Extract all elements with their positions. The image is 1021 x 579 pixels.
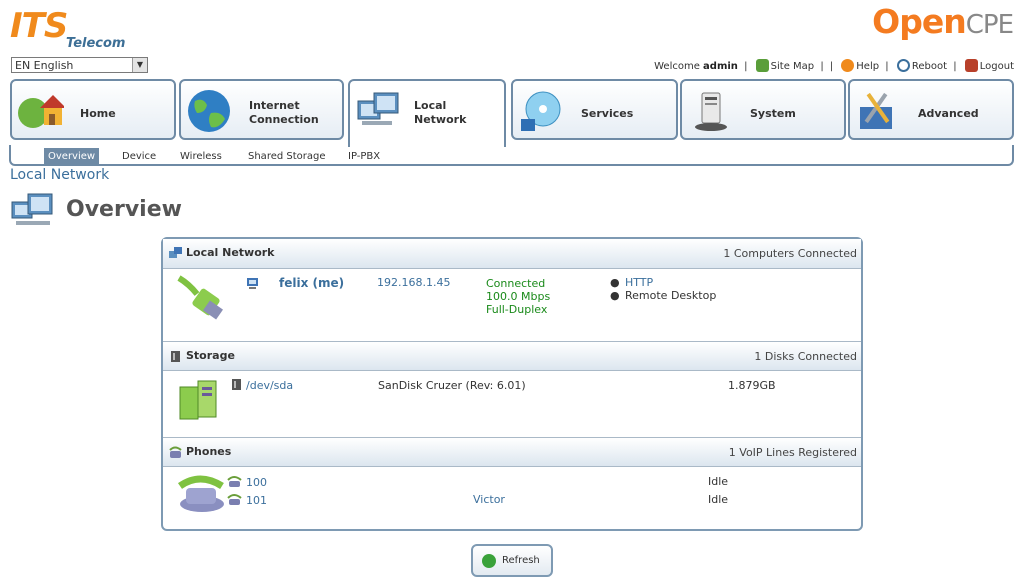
disc-icon (521, 91, 561, 131)
subnav-ip-pbx[interactable]: IP-PBX (344, 148, 384, 166)
refresh-button-label: Refresh (502, 555, 540, 566)
phone-icon (169, 446, 182, 458)
service-bullet: ● (610, 289, 620, 302)
subnav-overview[interactable]: Overview (44, 148, 100, 166)
tab-advanced-label: Advanced (918, 107, 979, 120)
tab-system[interactable]: System (680, 79, 846, 140)
logout-link[interactable]: Logout (980, 61, 1014, 72)
storage-summary: 1 Disks Connected (754, 350, 857, 363)
tab-services[interactable]: Services (511, 79, 678, 140)
phone-line-101-link[interactable]: 101 (246, 494, 267, 507)
phone-line-100-link[interactable]: 100 (246, 476, 267, 489)
computers-icon (169, 247, 182, 258)
tab-local-label-1: Local (414, 99, 447, 112)
storage-size: 1.879GB (728, 379, 776, 392)
phone-line-101-status: Idle (708, 493, 729, 506)
service-bullet: ● (610, 276, 620, 289)
storage-title: Storage (186, 349, 235, 362)
its-telecom-logo: ITS Telecom (10, 6, 130, 52)
phone-line-100-status: Idle (708, 475, 729, 488)
logo-telecom-text: Telecom (66, 36, 126, 51)
top-links: Welcome admin | Site Map | | Help | Reboo… (654, 59, 1014, 72)
phone-line-101-name[interactable]: Victor (473, 493, 505, 506)
service-http-link[interactable]: HTTP (625, 276, 653, 289)
storage-model: SanDisk Cruzer (Rev: 6.01) (378, 379, 526, 392)
tab-home[interactable]: Home (10, 79, 176, 140)
computer-icon (247, 278, 258, 289)
opencpe-logo: OpenCPE (872, 2, 1014, 46)
phone-line-icon (227, 476, 242, 487)
tab-internet-connection[interactable]: Internet Connection (179, 79, 344, 140)
disk-icon (232, 379, 241, 390)
chevron-down-icon[interactable]: ▼ (132, 58, 147, 72)
tab-local-label-2: Network (414, 113, 467, 126)
tab-local-network[interactable]: Local Network (348, 79, 506, 147)
host-ip: 192.168.1.45 (377, 276, 451, 289)
tab-internet-label-2: Connection (249, 113, 319, 126)
local-network-summary: 1 Computers Connected (723, 247, 857, 260)
service-remote-desktop: Remote Desktop (625, 289, 717, 302)
help-icon[interactable] (841, 59, 855, 72)
help-link[interactable]: Help (856, 61, 879, 72)
home-icon (18, 95, 64, 128)
network-cable-icon (177, 275, 223, 320)
tab-services-label: Services (581, 107, 634, 120)
tab-advanced[interactable]: Advanced (848, 79, 1014, 140)
power-icon[interactable] (896, 59, 910, 72)
tab-system-label: System (750, 107, 796, 120)
tools-icon (860, 92, 892, 129)
device-icon (695, 92, 727, 131)
logout-icon[interactable] (964, 59, 978, 72)
refresh-button[interactable]: Refresh (471, 544, 553, 577)
computers-icon (357, 92, 399, 125)
reboot-link[interactable]: Reboot (912, 61, 947, 72)
tab-internet-label-1: Internet (249, 99, 300, 112)
connection-duplex: Full-Duplex (486, 303, 548, 316)
globe-icon (188, 90, 230, 132)
phones-summary: 1 VoIP Lines Registered (728, 446, 857, 459)
local-network-header: Local Network 1 Computers Connected (163, 239, 861, 269)
connection-status: Connected (486, 277, 546, 290)
subnav-shared-storage[interactable]: Shared Storage (244, 148, 330, 166)
storage-header: Storage 1 Disks Connected (163, 341, 861, 371)
phones-title: Phones (186, 445, 232, 458)
language-select[interactable]: EN English ▼ (11, 57, 148, 73)
local-network-title: Local Network (186, 246, 275, 259)
site-map-link[interactable]: Site Map (771, 61, 814, 72)
breadcrumb[interactable]: Local Network (10, 167, 109, 183)
refresh-icon (482, 554, 496, 568)
host-name-link[interactable]: felix (me) (279, 276, 344, 290)
logo-its-text: ITS (10, 6, 68, 46)
tab-home-label: Home (80, 107, 116, 120)
welcome-text: Welcome (654, 61, 700, 72)
logo-open-text: Open (872, 2, 967, 41)
username: admin (703, 61, 738, 72)
connection-speed: 100.0 Mbps (486, 290, 551, 303)
computers-icon (11, 193, 53, 225)
storage-device-link[interactable]: /dev/sda (246, 379, 293, 392)
language-select-value: EN English (15, 59, 74, 72)
server-icon (179, 380, 217, 420)
subnav-wireless[interactable]: Wireless (176, 148, 226, 166)
subnav-device[interactable]: Device (118, 148, 160, 166)
phones-header: Phones 1 VoIP Lines Registered (163, 437, 861, 467)
phone-line-icon (227, 494, 242, 505)
page-title: Overview (66, 197, 182, 222)
logo-cpe-text: CPE (965, 10, 1014, 40)
telephone-icon (177, 475, 224, 512)
site-map-icon[interactable] (755, 59, 769, 72)
storage-icon (171, 351, 180, 362)
